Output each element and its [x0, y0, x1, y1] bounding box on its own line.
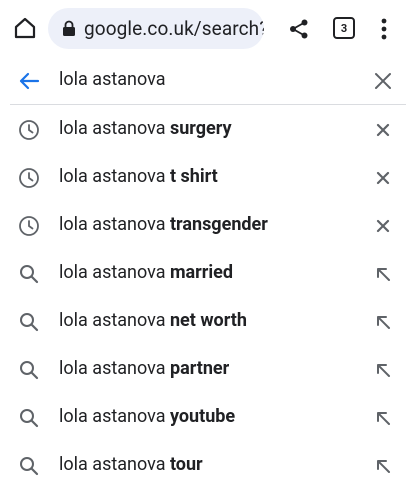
suggestion-item[interactable]: lola astanova partner [0, 345, 413, 393]
fill-arrow-icon[interactable] [370, 405, 396, 431]
url-text: google.co.uk/search? [84, 17, 264, 40]
search-icon [16, 405, 42, 431]
search-icon [16, 357, 42, 383]
search-input-row: lola astanova [0, 58, 413, 104]
remove-x-icon[interactable] [370, 165, 396, 191]
home-icon[interactable] [10, 13, 40, 43]
lock-icon [62, 20, 76, 38]
history-clock-icon [16, 165, 42, 191]
search-icon [16, 261, 42, 287]
fill-arrow-icon[interactable] [370, 453, 396, 479]
suggestion-text: lola astanova married [59, 262, 233, 283]
share-icon[interactable] [286, 16, 312, 42]
suggestion-item[interactable]: lola astanova net worth [0, 297, 413, 345]
search-icon [16, 309, 42, 335]
suggestion-item[interactable]: lola astanova transgender [0, 201, 413, 249]
history-clock-icon [16, 213, 42, 239]
search-input[interactable]: lola astanova [59, 68, 166, 92]
suggestion-item[interactable]: lola astanova married [0, 249, 413, 297]
browser-toolbar: google.co.uk/search? 3 [0, 0, 413, 58]
suggestion-text: lola astanova surgery [59, 118, 232, 139]
url-bar[interactable]: google.co.uk/search? [48, 8, 264, 49]
suggestion-text: lola astanova tour [59, 454, 203, 475]
remove-x-icon[interactable] [370, 213, 396, 239]
suggestion-text: lola astanova youtube [59, 406, 236, 427]
tab-count: 3 [340, 21, 348, 35]
suggestion-text: lola astanova net worth [59, 310, 247, 331]
fill-arrow-icon[interactable] [370, 261, 396, 287]
back-arrow-icon[interactable] [16, 68, 42, 94]
suggestion-item[interactable]: lola astanova t shirt [0, 153, 413, 201]
suggestion-item[interactable]: lola astanova surgery [0, 105, 413, 153]
remove-x-icon[interactable] [370, 117, 396, 143]
suggestion-item[interactable]: lola astanova tour [0, 441, 413, 489]
suggestion-item[interactable]: lola astanova youtube [0, 393, 413, 441]
clear-icon[interactable] [370, 68, 396, 94]
more-menu-icon[interactable] [372, 15, 396, 43]
suggestion-text: lola astanova transgender [59, 214, 268, 235]
fill-arrow-icon[interactable] [370, 309, 396, 335]
suggestion-text: lola astanova partner [59, 358, 230, 379]
suggestion-text: lola astanova t shirt [59, 166, 218, 187]
search-icon [16, 453, 42, 479]
suggestion-list: lola astanova surgery lola astanova t sh… [0, 105, 413, 489]
tab-switcher-button[interactable]: 3 [333, 17, 355, 39]
history-clock-icon [16, 117, 42, 143]
fill-arrow-icon[interactable] [370, 357, 396, 383]
